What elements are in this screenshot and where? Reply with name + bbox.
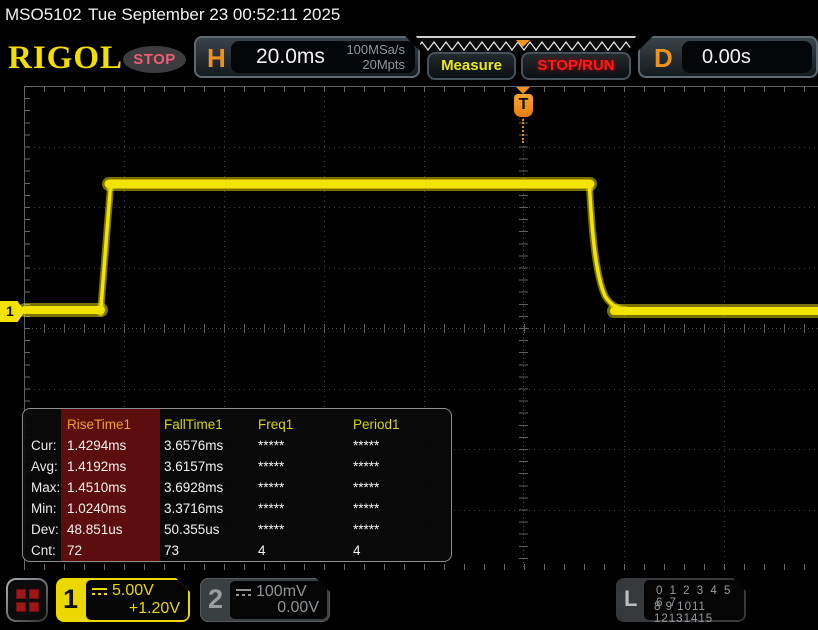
channel2-status-box[interactable]: 2 100mV 0.00V: [200, 578, 330, 622]
channel1-offset: +1.20V: [129, 600, 180, 618]
measure-col-freq[interactable]: Freq1: [258, 414, 293, 435]
measure-col-falltime[interactable]: FallTime1: [164, 414, 223, 435]
channel1-status-box[interactable]: 1 5.00V +1.20V: [56, 578, 190, 622]
trigger-position-triangle-icon[interactable]: [516, 87, 530, 94]
measure-col-risetime[interactable]: RiseTime1: [67, 414, 131, 435]
dc-coupling-icon: [236, 589, 251, 598]
logic-channels-box[interactable]: L 0 1 2 3 4 5 6 7 8 9 1011 12131415: [616, 578, 746, 622]
dc-coupling-icon: [92, 588, 107, 597]
measure-col-period[interactable]: Period1: [353, 414, 400, 435]
measure-items-button[interactable]: [6, 578, 48, 622]
oscilloscope-screen: MSO5102 Tue September 23 00:52:11 2025 R…: [0, 0, 818, 630]
measure-grid-icon: [16, 589, 39, 612]
measure-row-avg: Avg: 1.4192ms 3.6157ms ***** *****: [23, 456, 451, 477]
measure-header-row: RiseTime1 FallTime1 Freq1 Period1: [23, 414, 451, 435]
trigger-position-line: [522, 119, 524, 143]
logic-label: L: [624, 586, 637, 612]
channel1-number: 1: [63, 584, 78, 615]
measure-row-cnt: Cnt: 72 73 4 4: [23, 540, 451, 561]
channel2-number: 2: [208, 584, 223, 615]
measure-row-dev: Dev: 48.851us 50.355us ***** *****: [23, 519, 451, 540]
measure-row-min: Min: 1.0240ms 3.3716ms ***** *****: [23, 498, 451, 519]
bottom-bar: 1 5.00V +1.20V 2 100mV 0.00V L 0 1 2 3 4…: [0, 570, 818, 630]
measure-row-max: Max: 1.4510ms 3.6928ms ***** *****: [23, 477, 451, 498]
measure-row-cur: Cur: 1.4294ms 3.6576ms ***** *****: [23, 435, 451, 456]
channel1-scale: 5.00V: [112, 582, 154, 600]
measurement-panel: RiseTime1 FallTime1 Freq1 Period1 Cur: 1…: [22, 408, 452, 562]
channel2-offset: 0.00V: [277, 599, 319, 617]
trigger-marker-icon[interactable]: T: [514, 94, 533, 117]
logic-channels-row2: 8 9 1011 12131415: [654, 601, 744, 625]
